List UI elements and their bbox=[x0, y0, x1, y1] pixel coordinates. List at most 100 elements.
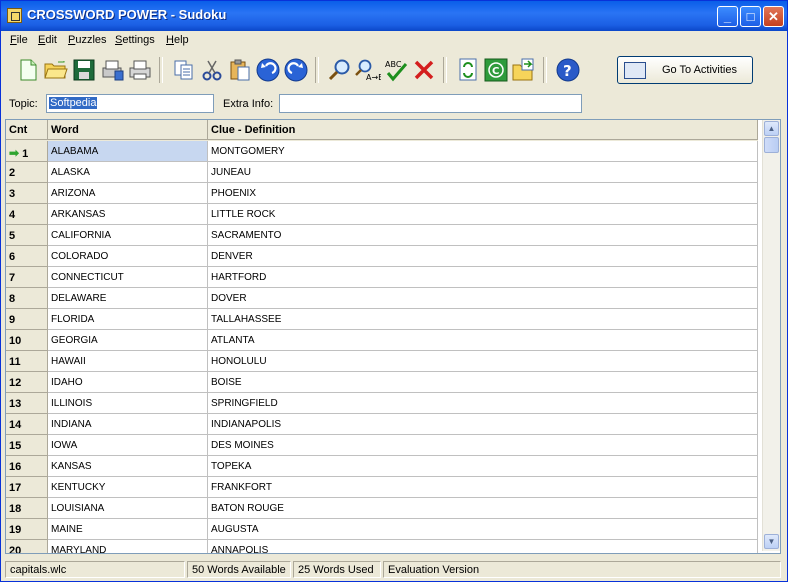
clue-cell[interactable]: JUNEAU bbox=[208, 162, 758, 183]
row-count-cell[interactable]: 5 bbox=[6, 225, 48, 246]
refresh-icon[interactable] bbox=[455, 56, 481, 84]
table-row[interactable]: 2 ALASKA JUNEAU bbox=[6, 162, 758, 183]
table-row[interactable]: 19 MAINE AUGUSTA bbox=[6, 519, 758, 540]
clue-cell[interactable]: TOPEKA bbox=[208, 456, 758, 477]
delete-icon[interactable] bbox=[411, 56, 437, 84]
close-button[interactable]: ✕ bbox=[763, 6, 784, 27]
save-icon[interactable] bbox=[71, 56, 97, 84]
word-cell[interactable]: ARKANSAS bbox=[48, 204, 208, 225]
word-cell[interactable]: LOUISIANA bbox=[48, 498, 208, 519]
row-count-cell[interactable]: 7 bbox=[6, 267, 48, 288]
find-icon[interactable] bbox=[327, 56, 353, 84]
table-row[interactable]: ➡ 1 ALABAMA MONTGOMERY bbox=[6, 141, 758, 162]
table-row[interactable]: 20 MARYLAND ANNAPOLIS bbox=[6, 540, 758, 553]
word-cell[interactable]: FLORIDA bbox=[48, 309, 208, 330]
new-file-icon[interactable] bbox=[15, 56, 41, 84]
header-clue[interactable]: Clue - Definition bbox=[208, 120, 758, 140]
word-cell[interactable]: DELAWARE bbox=[48, 288, 208, 309]
row-count-cell[interactable]: 18 bbox=[6, 498, 48, 519]
clue-cell[interactable]: INDIANAPOLIS bbox=[208, 414, 758, 435]
scroll-thumb[interactable] bbox=[764, 137, 779, 153]
word-cell[interactable]: ILLINOIS bbox=[48, 393, 208, 414]
table-row[interactable]: 8 DELAWARE DOVER bbox=[6, 288, 758, 309]
row-count-cell[interactable]: 11 bbox=[6, 351, 48, 372]
word-cell[interactable]: HAWAII bbox=[48, 351, 208, 372]
row-count-cell[interactable]: 12 bbox=[6, 372, 48, 393]
row-count-cell[interactable]: 17 bbox=[6, 477, 48, 498]
clue-cell[interactable]: DES MOINES bbox=[208, 435, 758, 456]
scroll-up-button[interactable]: ▲ bbox=[764, 121, 779, 136]
menu-settings[interactable]: Settings bbox=[115, 34, 155, 46]
row-count-cell[interactable]: 19 bbox=[6, 519, 48, 540]
clue-cell[interactable]: SACRAMENTO bbox=[208, 225, 758, 246]
row-count-cell[interactable]: 8 bbox=[6, 288, 48, 309]
clue-cell[interactable]: MONTGOMERY bbox=[208, 141, 758, 162]
row-count-cell[interactable]: 10 bbox=[6, 330, 48, 351]
table-row[interactable]: 7 CONNECTICUT HARTFORD bbox=[6, 267, 758, 288]
menu-help[interactable]: Help bbox=[166, 34, 189, 46]
word-cell[interactable]: ALABAMA bbox=[48, 141, 208, 162]
row-count-cell[interactable]: 6 bbox=[6, 246, 48, 267]
word-cell[interactable]: CONNECTICUT bbox=[48, 267, 208, 288]
clue-cell[interactable]: HONOLULU bbox=[208, 351, 758, 372]
clue-cell[interactable]: PHOENIX bbox=[208, 183, 758, 204]
word-cell[interactable]: KANSAS bbox=[48, 456, 208, 477]
maximize-button[interactable]: □ bbox=[740, 6, 761, 27]
table-row[interactable]: 17 KENTUCKY FRANKFORT bbox=[6, 477, 758, 498]
paste-icon[interactable] bbox=[227, 56, 253, 84]
row-count-cell[interactable]: 4 bbox=[6, 204, 48, 225]
word-cell[interactable]: ARIZONA bbox=[48, 183, 208, 204]
table-row[interactable]: 12 IDAHO BOISE bbox=[6, 372, 758, 393]
clue-cell[interactable]: BOISE bbox=[208, 372, 758, 393]
word-cell[interactable]: INDIANA bbox=[48, 414, 208, 435]
word-cell[interactable]: IOWA bbox=[48, 435, 208, 456]
word-cell[interactable]: COLORADO bbox=[48, 246, 208, 267]
print-setup-icon[interactable] bbox=[99, 56, 125, 84]
clue-cell[interactable]: ATLANTA bbox=[208, 330, 758, 351]
table-row[interactable]: 15 IOWA DES MOINES bbox=[6, 435, 758, 456]
find-replace-icon[interactable]: A→B bbox=[355, 56, 381, 84]
row-count-cell[interactable]: 9 bbox=[6, 309, 48, 330]
table-row[interactable]: 9 FLORIDA TALLAHASSEE bbox=[6, 309, 758, 330]
table-row[interactable]: 11 HAWAII HONOLULU bbox=[6, 351, 758, 372]
clue-cell[interactable]: BATON ROUGE bbox=[208, 498, 758, 519]
title-bar[interactable]: CROSSWORD POWER - Sudoku _ □ ✕ bbox=[1, 1, 787, 31]
row-count-cell[interactable]: 13 bbox=[6, 393, 48, 414]
redo-icon[interactable] bbox=[283, 56, 309, 84]
row-count-cell[interactable]: ➡ 1 bbox=[6, 141, 48, 162]
cut-icon[interactable] bbox=[199, 56, 225, 84]
word-cell[interactable]: MAINE bbox=[48, 519, 208, 540]
header-word[interactable]: Word bbox=[48, 120, 208, 140]
clue-cell[interactable]: HARTFORD bbox=[208, 267, 758, 288]
clue-cell[interactable]: SPRINGFIELD bbox=[208, 393, 758, 414]
word-cell[interactable]: CALIFORNIA bbox=[48, 225, 208, 246]
vertical-scrollbar[interactable]: ▲ ▼ bbox=[762, 120, 780, 551]
word-cell[interactable]: ALASKA bbox=[48, 162, 208, 183]
table-row[interactable]: 4 ARKANSAS LITTLE ROCK bbox=[6, 204, 758, 225]
table-row[interactable]: 5 CALIFORNIA SACRAMENTO bbox=[6, 225, 758, 246]
undo-icon[interactable] bbox=[255, 56, 281, 84]
help-icon[interactable]: ? bbox=[555, 56, 581, 84]
table-row[interactable]: 16 KANSAS TOPEKA bbox=[6, 456, 758, 477]
table-row[interactable]: 14 INDIANA INDIANAPOLIS bbox=[6, 414, 758, 435]
row-count-cell[interactable]: 20 bbox=[6, 540, 48, 553]
app-icon[interactable] bbox=[7, 8, 22, 23]
menu-puzzles[interactable]: Puzzles bbox=[68, 34, 107, 46]
export-icon[interactable] bbox=[511, 56, 537, 84]
menu-file[interactable]: File bbox=[10, 34, 28, 46]
scroll-down-button[interactable]: ▼ bbox=[764, 534, 779, 549]
row-count-cell[interactable]: 3 bbox=[6, 183, 48, 204]
row-count-cell[interactable]: 15 bbox=[6, 435, 48, 456]
row-count-cell[interactable]: 14 bbox=[6, 414, 48, 435]
open-folder-icon[interactable] bbox=[43, 56, 69, 84]
clue-cell[interactable]: ANNAPOLIS bbox=[208, 540, 758, 553]
topic-input[interactable]: Softpedia bbox=[46, 94, 214, 113]
word-cell[interactable]: KENTUCKY bbox=[48, 477, 208, 498]
row-count-cell[interactable]: 2 bbox=[6, 162, 48, 183]
extra-info-input[interactable] bbox=[279, 94, 582, 113]
table-row[interactable]: 18 LOUISIANA BATON ROUGE bbox=[6, 498, 758, 519]
clue-cell[interactable]: LITTLE ROCK bbox=[208, 204, 758, 225]
table-row[interactable]: 6 COLORADO DENVER bbox=[6, 246, 758, 267]
spell-check-icon[interactable]: ABC bbox=[383, 56, 409, 84]
menu-edit[interactable]: Edit bbox=[38, 34, 57, 46]
